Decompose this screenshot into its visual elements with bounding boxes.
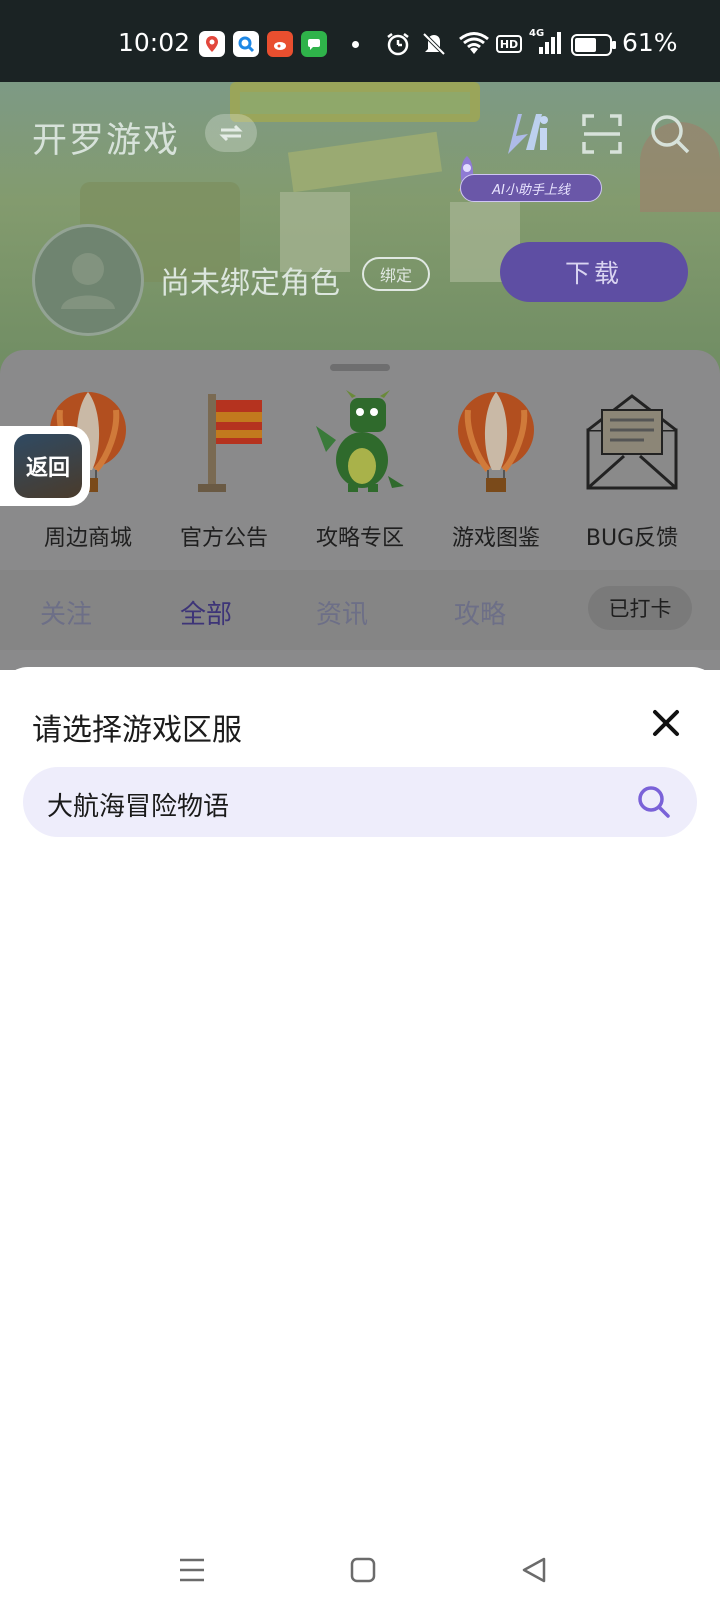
server-select-sheet: 请选择游戏区服 大航海冒险物语 — [0, 667, 720, 1612]
system-nav-bar — [0, 1540, 720, 1612]
shortcut-label: 周边商城 — [43, 526, 132, 551]
search-icon[interactable] — [648, 112, 692, 156]
back-triangle-icon — [522, 1557, 546, 1583]
shortcut-label: 游戏图鉴 — [451, 526, 540, 551]
tab-follow[interactable]: 关注 — [40, 594, 92, 631]
notification-dot — [352, 41, 359, 48]
checkin-button[interactable]: 已打卡 — [588, 586, 692, 630]
menu-icon — [180, 1558, 204, 1582]
shortcut-game-encyclopedia[interactable]: 游戏图鉴 — [436, 390, 556, 551]
drag-handle[interactable] — [330, 364, 390, 371]
server-search-value[interactable]: 大航海冒险物语 — [47, 786, 229, 823]
shortcut-strategy-zone[interactable]: 攻略专区 — [300, 390, 420, 551]
header-banner: 开罗游戏 AI小助手上线 尚未绑定角色 绑定 下载 — [0, 82, 720, 382]
ai-assistant-icon[interactable] — [492, 110, 552, 154]
dragon-icon — [310, 390, 410, 494]
home-nav-button[interactable] — [343, 1550, 383, 1590]
network-type: 4G — [529, 28, 545, 39]
sign-illustration — [287, 131, 443, 193]
role-name: 尚未绑定角色 — [160, 266, 340, 301]
banner-decoration — [240, 92, 470, 114]
avatar-placeholder-icon — [61, 253, 115, 309]
tab-guides[interactable]: 攻略 — [454, 594, 506, 631]
app-title: 开罗游戏 — [32, 121, 181, 161]
back-nav-button[interactable] — [514, 1550, 554, 1590]
scan-icon[interactable] — [580, 112, 624, 156]
close-button[interactable] — [646, 703, 686, 743]
switch-game-button[interactable] — [205, 114, 257, 152]
wifi-icon — [458, 31, 490, 61]
main-card: 周边商城 官方公告 攻略专区 游戏图鉴 BUG反馈 关注 全部 资讯 攻略 已打… — [0, 350, 720, 670]
server-search-field[interactable]: 大航海冒险物语 — [23, 767, 697, 837]
maps-icon — [199, 31, 225, 57]
back-float-button[interactable]: 返回 — [0, 426, 90, 506]
download-button[interactable]: 下载 — [500, 242, 688, 302]
weibo-icon — [267, 31, 293, 57]
search-icon[interactable] — [635, 783, 673, 821]
shortcut-grid: 周边商城 官方公告 攻略专区 游戏图鉴 BUG反馈 — [0, 390, 720, 551]
battery-percent: 61% — [622, 28, 678, 57]
switch-icon — [219, 124, 243, 142]
sheet-title: 请选择游戏区服 — [32, 713, 242, 748]
status-time: 10:02 — [118, 28, 191, 57]
hd-icon: HD — [496, 35, 522, 53]
envelope-icon — [582, 390, 682, 494]
avatar[interactable] — [32, 224, 144, 336]
hot-air-balloon-icon — [446, 390, 546, 494]
alarm-icon — [385, 31, 411, 61]
shortcut-label: 攻略专区 — [315, 526, 404, 551]
shortcut-announcements[interactable]: 官方公告 — [164, 390, 284, 551]
back-label: 返回 — [25, 456, 70, 481]
mute-icon — [420, 31, 448, 61]
search-app-icon — [233, 31, 259, 57]
shortcut-bug-feedback[interactable]: BUG反馈 — [572, 390, 692, 551]
status-bar: 10:02 HD 4G 61% — [0, 0, 720, 82]
menu-nav-button[interactable] — [172, 1550, 212, 1590]
close-icon — [653, 710, 679, 736]
shortcut-label: BUG反馈 — [585, 526, 679, 551]
battery-icon — [571, 34, 617, 60]
ai-assistant-badge[interactable]: AI小助手上线 — [460, 174, 602, 202]
bind-role-button[interactable]: 绑定 — [362, 257, 430, 291]
messages-icon — [301, 31, 327, 57]
tab-news[interactable]: 资讯 — [316, 594, 368, 631]
tab-all[interactable]: 全部 — [180, 594, 232, 631]
back-app-thumbnail: 返回 — [14, 434, 82, 498]
home-square-icon — [350, 1557, 376, 1583]
flag-icon — [174, 390, 274, 494]
shortcut-label: 官方公告 — [179, 526, 268, 551]
feed-tabs: 关注 全部 资讯 攻略 已打卡 — [0, 570, 720, 650]
